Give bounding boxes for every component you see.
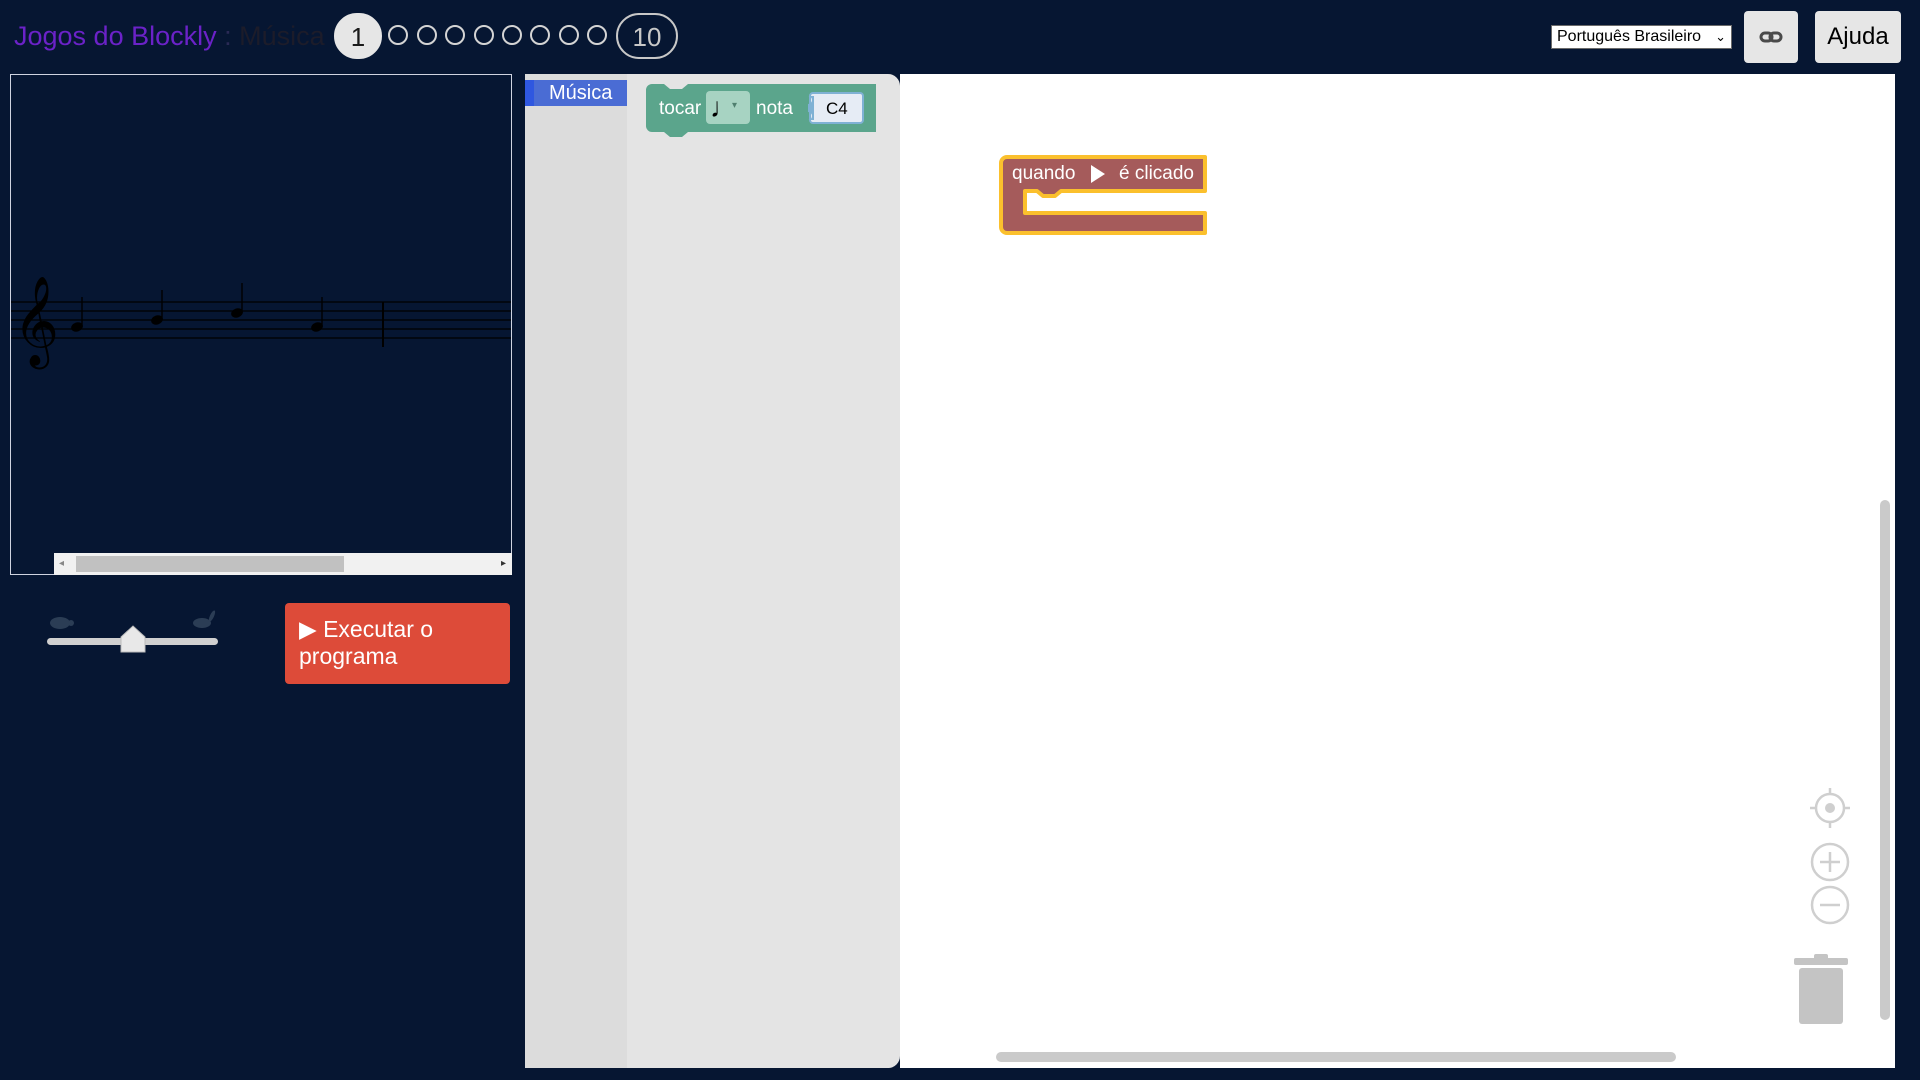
page-title: Jogos do Blockly : Música: [14, 19, 325, 53]
category-color-stripe: [525, 80, 534, 106]
play-label: tocar: [659, 98, 702, 119]
horizontal-scrollbar-thumb[interactable]: [76, 556, 344, 572]
level-4-dot[interactable]: [445, 25, 465, 45]
duration-dropdown-arrow-icon[interactable]: ▾: [732, 100, 737, 111]
app-name-link[interactable]: Jogos do Blockly: [14, 21, 217, 51]
center-workspace-icon[interactable]: [1810, 788, 1850, 828]
run-label-line2: programa: [299, 643, 398, 669]
clicked-label: é clicado: [1119, 163, 1194, 184]
level-3-dot[interactable]: [417, 25, 437, 45]
game-name: Música: [239, 21, 325, 51]
turtle-icon: [50, 617, 74, 629]
level-7-dot[interactable]: [530, 25, 550, 45]
when-label: quando: [1012, 163, 1076, 184]
zoom-out-icon[interactable]: [1810, 885, 1850, 925]
title-separator: :: [216, 21, 240, 51]
link-button[interactable]: [1744, 11, 1798, 63]
pitch-field[interactable]: C4: [826, 99, 848, 119]
language-selected-value: Português Brasileiro: [1557, 28, 1702, 45]
trash-icon[interactable]: [1794, 954, 1848, 1026]
block-flyout: [627, 74, 900, 1068]
link-icon: [1759, 31, 1783, 43]
speed-slider-thumb[interactable]: [119, 624, 147, 654]
scroll-right-icon[interactable]: ▸: [501, 558, 506, 569]
treble-clef-icon: 𝄞: [13, 276, 59, 370]
level-5-dot[interactable]: [474, 25, 494, 45]
zoom-in-icon[interactable]: [1810, 842, 1850, 882]
note-3: [231, 283, 243, 318]
language-select[interactable]: Português Brasileiro ⌄: [1551, 25, 1732, 49]
workspace-vertical-scrollbar[interactable]: [1880, 500, 1890, 1020]
scroll-left-icon[interactable]: ◂: [59, 558, 64, 569]
notes-group: [71, 283, 323, 332]
level-8-dot[interactable]: [559, 25, 579, 45]
help-button[interactable]: Ajuda: [1815, 11, 1901, 63]
play-icon: ▶: [299, 616, 317, 642]
run-label-line1: Executar o: [323, 616, 434, 642]
level-9-dot[interactable]: [587, 25, 607, 45]
note-2: [151, 290, 163, 325]
level-10-button[interactable]: 10: [616, 13, 678, 59]
workspace-horizontal-scrollbar[interactable]: [996, 1052, 1676, 1062]
level-1-button[interactable]: 1: [334, 13, 382, 59]
music-visualization: 𝄞: [10, 74, 512, 575]
staff-canvas: 𝄞: [11, 276, 511, 370]
level-6-dot[interactable]: [502, 25, 522, 45]
play-flag-icon: [1091, 165, 1105, 183]
toolbox: [525, 74, 627, 1068]
level-2-dot[interactable]: [388, 25, 408, 45]
run-program-button[interactable]: ▶ Executar o programa: [285, 603, 510, 684]
toolbox-category-music[interactable]: Música: [525, 80, 627, 106]
rabbit-icon: [193, 610, 216, 628]
note-label: nota: [756, 98, 793, 119]
chevron-down-icon: ⌄: [1715, 29, 1726, 44]
